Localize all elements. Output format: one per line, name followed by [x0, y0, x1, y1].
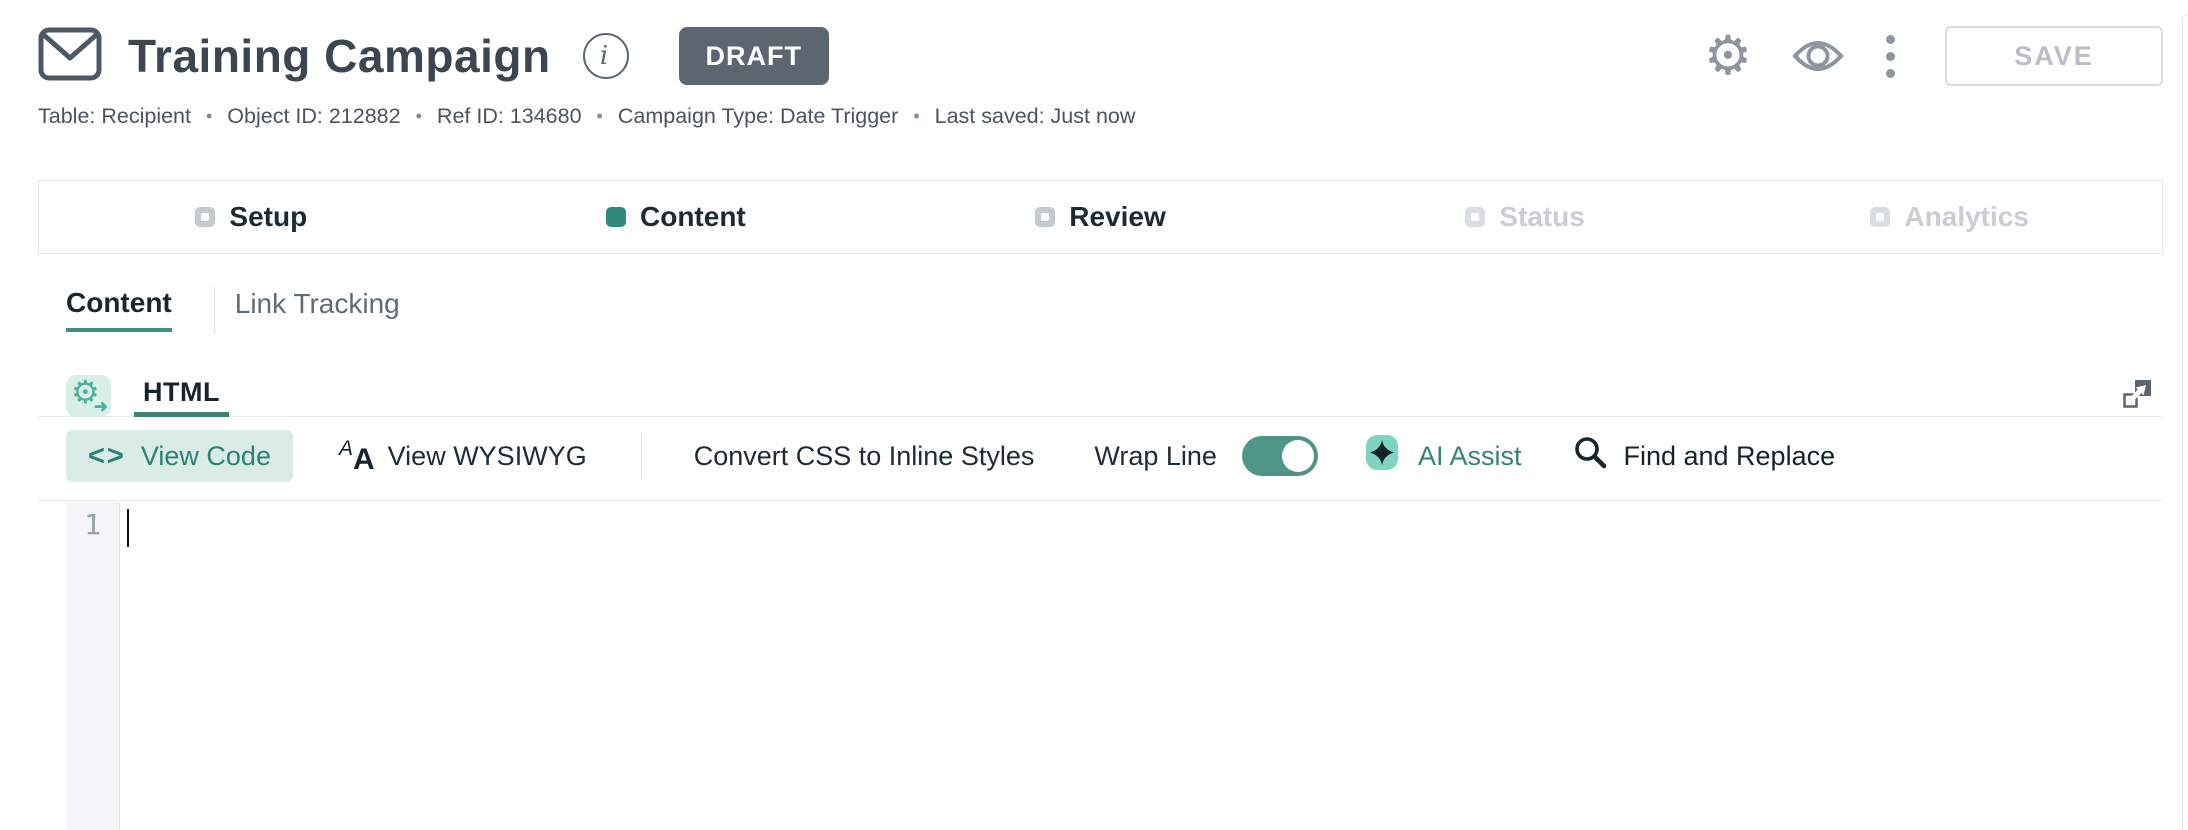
- editor-toolbar: <> View Code AA View WYSIWYG Convert CSS…: [38, 430, 2163, 482]
- page-title: Training Campaign: [128, 29, 551, 83]
- font-aa-icon: AA: [339, 438, 375, 475]
- code-editor: 1: [38, 500, 2163, 830]
- code-input-area[interactable]: [121, 501, 2163, 830]
- dynamic-content-gear-icon[interactable]: ⚙ ➜: [66, 375, 111, 417]
- scrollbar-edge[interactable]: [2182, 14, 2188, 830]
- step-label: Setup: [229, 201, 307, 233]
- tab-content[interactable]: Content: [66, 287, 172, 332]
- editor-tabbar: ⚙ ➜ HTML: [38, 368, 2163, 417]
- toolbar-divider: [641, 433, 642, 479]
- bullet-separator: •: [416, 106, 422, 127]
- info-glyph: i: [600, 43, 611, 69]
- mail-icon: [38, 27, 102, 86]
- step-square-icon: [1870, 207, 1890, 227]
- status-badge: DRAFT: [679, 27, 829, 85]
- search-icon: [1573, 435, 1609, 478]
- wrap-line-label: Wrap Line: [1094, 441, 1217, 472]
- more-options-kebab-icon[interactable]: [1882, 31, 1899, 82]
- step-label: Analytics: [1904, 201, 2029, 233]
- meta-last-saved: Last saved: Just now: [935, 104, 1136, 129]
- content-tabs: Content Link Tracking: [66, 287, 400, 333]
- line-number: 1: [66, 502, 119, 541]
- arrow-glyph: ➜: [94, 397, 108, 417]
- view-wysiwyg-label: View WYSIWYG: [388, 441, 587, 472]
- meta-table: Table: Recipient: [38, 104, 191, 129]
- view-code-label: View Code: [141, 441, 271, 472]
- step-label: Content: [640, 201, 746, 233]
- step-label: Status: [1499, 201, 1585, 233]
- tab-link-tracking[interactable]: Link Tracking: [235, 287, 400, 320]
- save-button[interactable]: SAVE: [1945, 26, 2163, 86]
- step-analytics: Analytics: [1737, 201, 2162, 233]
- find-replace-label: Find and Replace: [1623, 441, 1835, 472]
- tab-html[interactable]: HTML: [134, 372, 229, 417]
- ai-assist-label: AI Assist: [1418, 441, 1522, 472]
- find-replace-button[interactable]: Find and Replace: [1573, 435, 1835, 478]
- meta-object-id: Object ID: 212882: [227, 104, 400, 129]
- wrap-line-group: Wrap Line: [1094, 436, 1318, 476]
- campaign-meta: Table: Recipient • Object ID: 212882 • R…: [38, 101, 1135, 131]
- step-status: Status: [1313, 201, 1738, 233]
- step-setup[interactable]: Setup: [39, 201, 464, 233]
- meta-ref-id: Ref ID: 134680: [437, 104, 582, 129]
- view-code-button[interactable]: <> View Code: [66, 430, 293, 482]
- header-actions: ⚙ SAVE: [1700, 26, 2163, 86]
- bullet-separator: •: [597, 106, 603, 127]
- ai-assist-button[interactable]: AI Assist: [1366, 434, 1522, 478]
- bullet-separator: •: [206, 106, 212, 127]
- wizard-stepbar: Setup Content Review Status Analytics: [38, 180, 2163, 254]
- settings-gear-icon[interactable]: ⚙: [1700, 29, 1756, 83]
- line-number-gutter: 1: [66, 502, 120, 830]
- step-label: Review: [1069, 201, 1166, 233]
- tab-divider: [214, 287, 215, 333]
- bullet-separator: •: [913, 106, 919, 127]
- step-square-icon: [195, 207, 215, 227]
- text-cursor: [127, 509, 129, 547]
- campaign-editor-page: Training Campaign i DRAFT ⚙ SAVE Table: …: [0, 0, 2188, 830]
- step-square-icon: [1465, 207, 1485, 227]
- view-wysiwyg-button[interactable]: AA View WYSIWYG: [339, 438, 587, 475]
- header: Training Campaign i DRAFT ⚙ SAVE: [38, 22, 2163, 90]
- code-brackets-icon: <>: [88, 440, 126, 473]
- step-content[interactable]: Content: [464, 201, 889, 233]
- convert-css-button[interactable]: Convert CSS to Inline Styles: [694, 441, 1035, 472]
- toggle-knob: [1282, 440, 1314, 472]
- expand-fullscreen-icon[interactable]: [2122, 379, 2152, 409]
- step-square-icon: [1035, 207, 1055, 227]
- step-square-icon: [606, 207, 626, 227]
- preview-eye-icon[interactable]: [1792, 37, 1844, 75]
- sparkle-icon: [1366, 434, 1398, 478]
- wrap-line-toggle[interactable]: [1242, 436, 1318, 476]
- info-icon[interactable]: i: [583, 33, 629, 79]
- step-review[interactable]: Review: [888, 201, 1313, 233]
- meta-campaign-type: Campaign Type: Date Trigger: [618, 104, 898, 129]
